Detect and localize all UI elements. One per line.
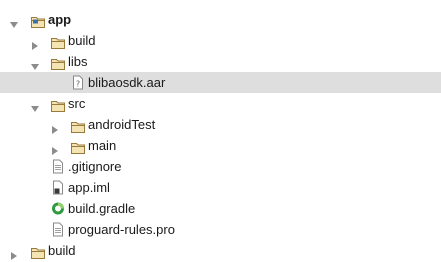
- chevron-down-icon[interactable]: [30, 51, 40, 72]
- chevron-down-icon[interactable]: [9, 9, 19, 30]
- tree-row-libs[interactable]: libs: [0, 51, 441, 72]
- tree-row-app-iml[interactable]: app.iml: [0, 177, 441, 198]
- tree-row-build-root[interactable]: build: [0, 240, 441, 261]
- tree-row-blibaosdk-aar[interactable]: ? blibaosdk.aar: [0, 72, 441, 93]
- tree-label: src: [68, 96, 86, 111]
- tree-row-gitignore[interactable]: .gitignore: [0, 156, 441, 177]
- tree-row-build-gradle[interactable]: build.gradle: [0, 198, 441, 219]
- tree-label: build: [68, 33, 96, 48]
- tree-row-proguard-rules[interactable]: proguard-rules.pro: [0, 219, 441, 240]
- tree-label: build: [48, 243, 76, 258]
- folder-icon: [50, 93, 66, 114]
- gradle-icon: [50, 198, 66, 219]
- chevron-down-icon[interactable]: [30, 93, 40, 114]
- folder-icon: [50, 30, 66, 51]
- tree-row-src[interactable]: src: [0, 93, 441, 114]
- tree-label: main: [88, 138, 117, 153]
- tree-row-build[interactable]: build: [0, 30, 441, 51]
- tree-label: proguard-rules.pro: [68, 222, 175, 237]
- tree-label: androidTest: [88, 117, 156, 132]
- folder-icon: [70, 114, 86, 135]
- tree-label: app.iml: [68, 180, 110, 195]
- chevron-right-icon[interactable]: [50, 114, 60, 135]
- folder-icon: [70, 135, 86, 156]
- folder-icon: [30, 240, 46, 261]
- tree-label: .gitignore: [68, 159, 122, 174]
- text-file-icon: [50, 219, 66, 240]
- chevron-right-icon[interactable]: [50, 135, 60, 156]
- tree-label: build.gradle: [68, 201, 136, 216]
- tree-label: libs: [68, 54, 88, 69]
- tree-row-androidtest[interactable]: androidTest: [0, 114, 441, 135]
- tree-label: blibaosdk.aar: [88, 75, 166, 90]
- tree-row-main[interactable]: main: [0, 135, 441, 156]
- module-folder-icon: [30, 9, 46, 30]
- iml-file-icon: [50, 177, 66, 198]
- folder-icon: [50, 51, 66, 72]
- tree-row-app[interactable]: app: [0, 9, 441, 30]
- text-file-icon: [50, 156, 66, 177]
- chevron-right-icon[interactable]: [9, 240, 19, 261]
- unknown-file-icon: ?: [70, 72, 86, 93]
- svg-text:?: ?: [76, 80, 80, 89]
- project-tree: app build libs ? blibaosdk.aar src andro…: [0, 0, 441, 262]
- chevron-right-icon[interactable]: [30, 30, 40, 51]
- tree-label: app: [48, 12, 72, 27]
